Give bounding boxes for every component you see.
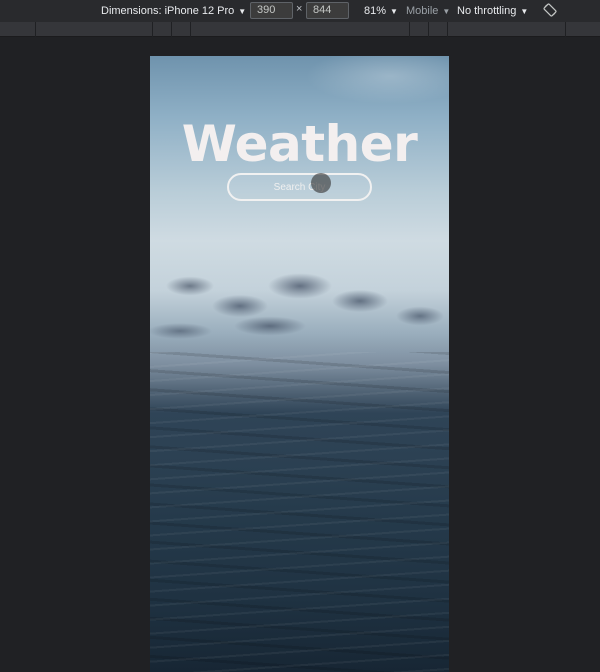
device-type-label: Mobile bbox=[406, 5, 439, 17]
media-query-ruler[interactable] bbox=[0, 22, 600, 37]
throttling-label: No throttling bbox=[457, 5, 517, 17]
device-type-dropdown[interactable]: Mobile ▼ bbox=[406, 3, 450, 19]
background-ocean bbox=[150, 352, 449, 672]
ruler-divider bbox=[152, 22, 153, 37]
zoom-dropdown[interactable]: 81% ▼ bbox=[364, 3, 398, 19]
ruler-divider bbox=[35, 22, 36, 37]
search-city-input[interactable] bbox=[227, 173, 372, 201]
dimensions-label: Dimensions: iPhone 12 Pro bbox=[101, 5, 235, 17]
device-viewport: Weather bbox=[150, 56, 449, 672]
device-type-caret-icon: ▼ bbox=[442, 6, 451, 16]
rotate-icon[interactable] bbox=[543, 3, 557, 17]
ruler-divider bbox=[428, 22, 429, 37]
height-input[interactable]: 844 bbox=[306, 2, 349, 19]
zoom-label: 81% bbox=[364, 5, 387, 17]
app-title: Weather bbox=[181, 115, 418, 173]
zoom-caret-icon: ▼ bbox=[390, 6, 398, 16]
devtools-device-toolbar: Dimensions: iPhone 12 Pro ▼ 390 × 844 81… bbox=[0, 0, 600, 22]
dimensions-dropdown[interactable]: Dimensions: iPhone 12 Pro ▼ bbox=[101, 3, 246, 19]
ruler-divider bbox=[565, 22, 566, 37]
ruler-divider bbox=[409, 22, 410, 37]
throttling-caret-icon: ▼ bbox=[520, 6, 529, 16]
background-clouds bbox=[150, 256, 449, 346]
ruler-divider bbox=[447, 22, 448, 37]
width-input[interactable]: 390 bbox=[250, 2, 293, 19]
times-symbol: × bbox=[296, 3, 303, 15]
dimensions-caret-icon: ▼ bbox=[238, 6, 247, 16]
throttling-dropdown[interactable]: No throttling ▼ bbox=[457, 3, 528, 19]
ruler-divider bbox=[171, 22, 172, 37]
ruler-divider bbox=[190, 22, 191, 37]
